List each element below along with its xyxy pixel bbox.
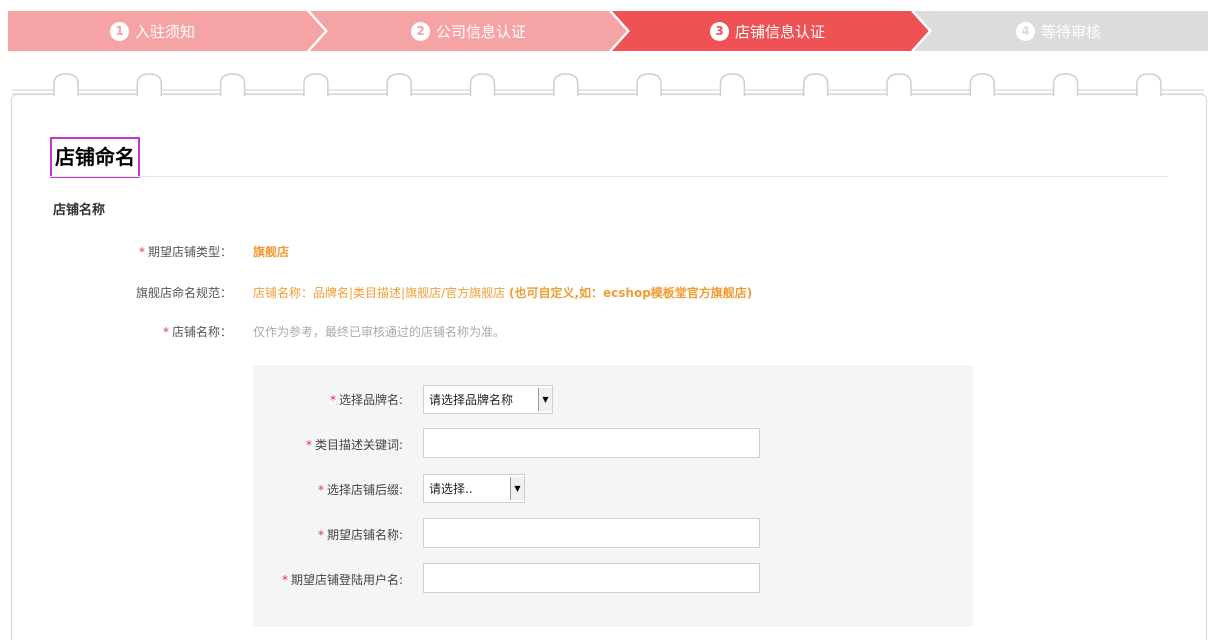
binder-ring bbox=[136, 73, 163, 96]
step-4-label: 等待审核 bbox=[1041, 22, 1102, 41]
step-4-number: 4 bbox=[1016, 21, 1035, 41]
naming-rule-value: 店铺名称：品牌名|类目描述|旗舰店/官方旗舰店 (也可自定义,如：ecshop模… bbox=[253, 284, 752, 301]
naming-rule-label: 旗舰店命名规范： bbox=[135, 286, 232, 300]
chevron-down-icon: ▼ bbox=[538, 388, 552, 411]
binder-ring bbox=[53, 73, 79, 96]
keyword-input[interactable] bbox=[423, 428, 760, 458]
step-1: 1 入驻须知 bbox=[110, 11, 195, 51]
binder-ring bbox=[719, 73, 746, 96]
binder-ring bbox=[303, 73, 329, 96]
section-divider bbox=[50, 176, 1168, 177]
binder-ring bbox=[1136, 73, 1162, 96]
expected-name-label: * 期望店铺名称: bbox=[317, 528, 403, 542]
section-subtitle: 店铺名称 bbox=[53, 203, 106, 218]
suffix-select-label: * 选择店铺后缀: bbox=[317, 483, 403, 497]
step-2-label: 公司信息认证 bbox=[436, 22, 527, 41]
binder-ring bbox=[969, 73, 996, 96]
step-1-number: 1 bbox=[110, 21, 129, 41]
binder-ring bbox=[469, 73, 496, 96]
step-1-label: 入驻须知 bbox=[135, 22, 196, 41]
shop-name-form: * 选择品牌名: 请选择品牌名称 ▼ * 类目描述关键词: * 选择店铺后缀: 请选择… bbox=[253, 365, 973, 627]
suffix-select-value: 请选择.. bbox=[429, 482, 473, 496]
binder-ring bbox=[1052, 73, 1079, 96]
required-mark: * bbox=[138, 245, 145, 259]
required-mark: * bbox=[162, 325, 169, 339]
step-progress-bar: 1 入驻须知 2 公司信息认证 3 店铺信息认证 4 等待审核 bbox=[8, 11, 1208, 51]
shop-type-value: 旗舰店 bbox=[253, 245, 290, 259]
binder-ring bbox=[886, 73, 912, 96]
shop-name-label: * 店铺名称： bbox=[162, 325, 232, 339]
brand-select-value: 请选择品牌名称 bbox=[429, 393, 514, 407]
shop-type-label: * 期望店铺类型： bbox=[138, 245, 232, 259]
step-3: 3 店铺信息认证 bbox=[710, 11, 825, 51]
brand-select[interactable]: 请选择品牌名称 ▼ bbox=[423, 385, 553, 414]
chevron-down-icon: ▼ bbox=[510, 477, 524, 500]
binder-ring bbox=[386, 73, 412, 96]
login-username-input[interactable] bbox=[423, 563, 760, 593]
binder-ring bbox=[219, 73, 246, 96]
expected-name-input[interactable] bbox=[423, 518, 760, 548]
step-2: 2 公司信息认证 bbox=[411, 11, 526, 51]
step-2-number: 2 bbox=[411, 21, 430, 41]
suffix-select[interactable]: 请选择.. ▼ bbox=[423, 474, 525, 503]
step-3-label: 店铺信息认证 bbox=[735, 22, 826, 41]
naming-rule-note: (也可自定义,如：ecshop模板堂官方旗舰店) bbox=[508, 286, 753, 300]
step-4: 4 等待审核 bbox=[1016, 11, 1101, 51]
page-title: 店铺命名 bbox=[50, 137, 140, 178]
binder-ring bbox=[636, 73, 662, 96]
binder-ring bbox=[802, 73, 829, 96]
keyword-label: * 类目描述关键词: bbox=[305, 438, 403, 452]
naming-rule-text: 店铺名称：品牌名|类目描述|旗舰店/官方旗舰店 bbox=[253, 286, 506, 300]
login-user-label: * 期望店铺登陆用户名: bbox=[281, 573, 403, 587]
binder-ring bbox=[553, 73, 579, 96]
shop-name-hint: 仅作为参考，最终已审核通过的店铺名称为准。 bbox=[253, 325, 506, 339]
binder-rings-decoration bbox=[12, 73, 1204, 96]
step-3-number: 3 bbox=[710, 21, 729, 41]
brand-select-label: * 选择品牌名: bbox=[329, 393, 403, 407]
